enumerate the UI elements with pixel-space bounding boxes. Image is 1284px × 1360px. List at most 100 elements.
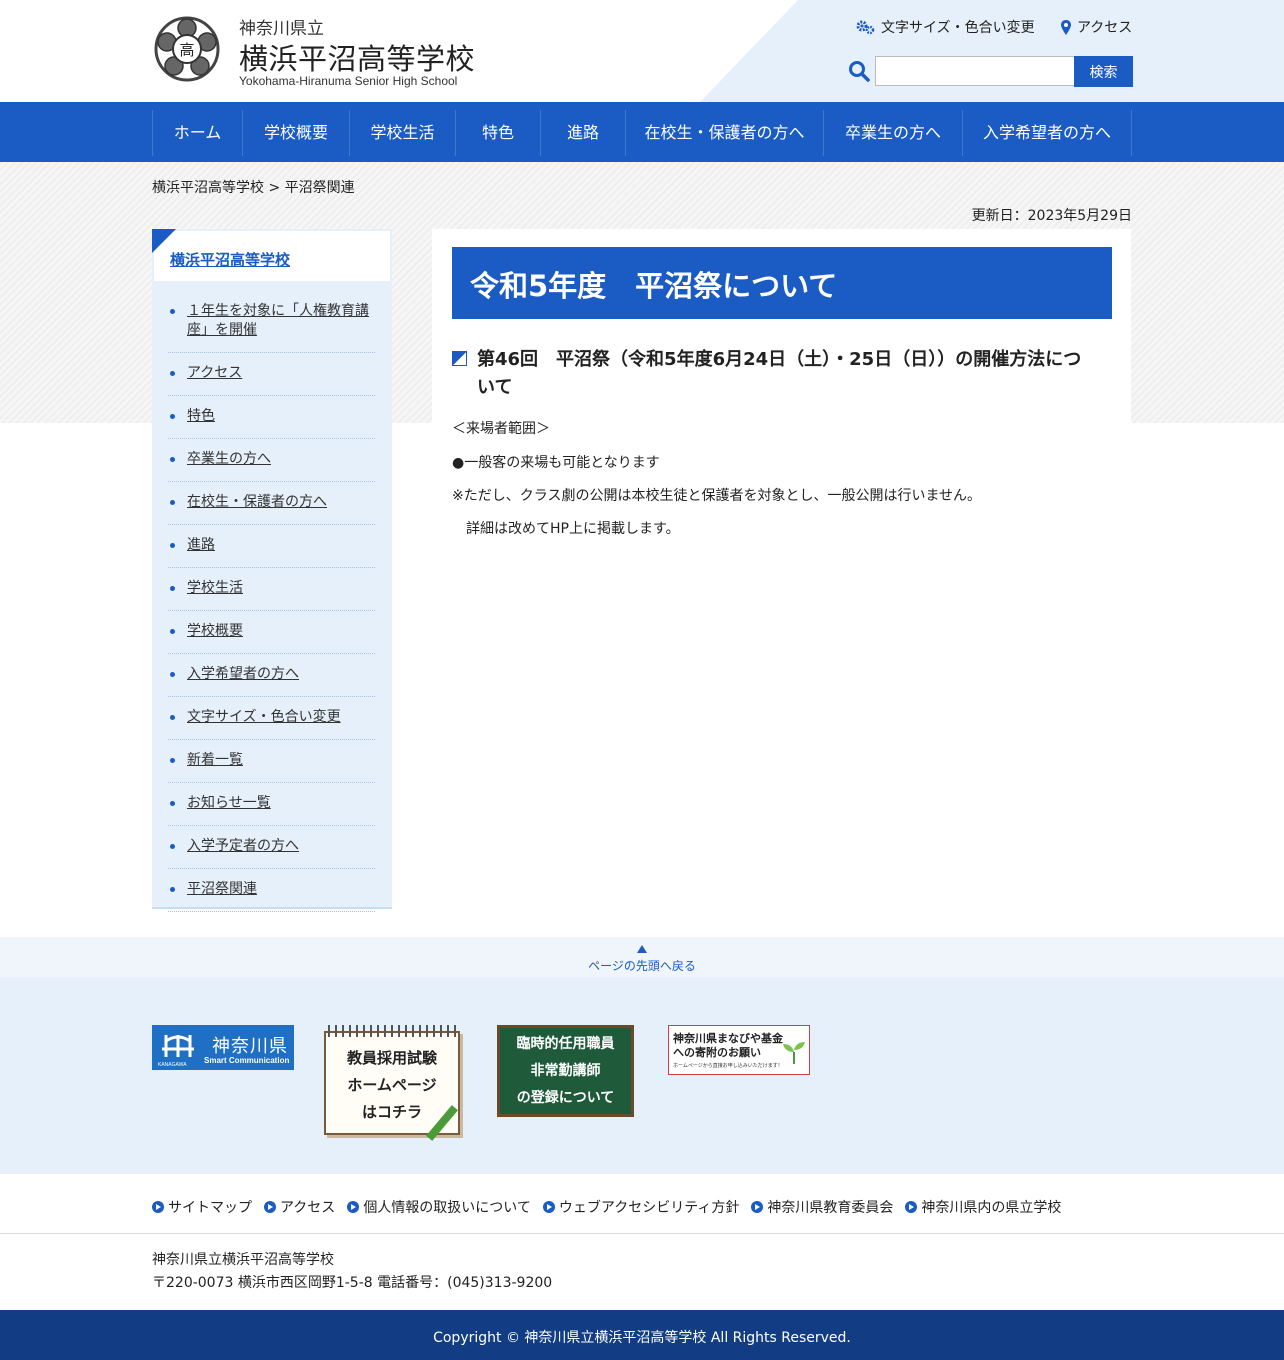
nav-item-applicants[interactable]: 入学希望者の方へ bbox=[963, 110, 1132, 156]
footer-link-label: サイトマップ bbox=[168, 1200, 252, 1216]
header-decoration bbox=[700, 0, 1284, 102]
kanagawa-banner-small: KANAGAWA bbox=[158, 1062, 187, 1068]
search-icon bbox=[849, 61, 870, 82]
temporary-staff-line3: の登録について bbox=[516, 1090, 615, 1106]
teacher-exam-banner[interactable]: 教員採用試験 ホームページ はコチラ bbox=[324, 1025, 464, 1141]
banner-area: 神奈川県 Smart Communication KANAGAWA 教員採用試験… bbox=[0, 977, 1284, 1174]
footer-link-access[interactable]: アクセス bbox=[264, 1197, 335, 1217]
sidebar-item: １年生を対象に「人権教育講座」を開催 bbox=[168, 291, 375, 353]
sidebar-item: 学校概要 bbox=[168, 611, 375, 654]
footer-link-accessibility[interactable]: ウェブアクセシビリティ方針 bbox=[542, 1197, 740, 1217]
sidebar-item: お知らせ一覧 bbox=[168, 783, 375, 826]
sidebar: 横浜平沼高等学校 １年生を対象に「人権教育講座」を開催 アクセス 特色 卒業生の… bbox=[152, 229, 392, 912]
nav-item-overview[interactable]: 学校概要 bbox=[243, 110, 350, 156]
kanagawa-banner-title: 神奈川県 bbox=[212, 1036, 288, 1057]
kanagawa-banner-sub: Smart Communication bbox=[204, 1056, 290, 1065]
sidebar-item: 入学予定者の方へ bbox=[168, 826, 375, 869]
body-line-details: 詳細は改めてHP上に掲載します。 bbox=[452, 521, 680, 537]
logo-school-name[interactable]: 横浜平沼高等学校 bbox=[239, 36, 475, 78]
sidebar-title-box: 横浜平沼高等学校 bbox=[154, 231, 390, 281]
manabiya-fund-banner[interactable]: 神奈川県まなびや基金への寄附のお願い ホームページから直接お申し込みいただけます… bbox=[668, 1025, 810, 1075]
nav-item-school-life[interactable]: 学校生活 bbox=[350, 110, 456, 156]
sidebar-item-link[interactable]: 平沼祭関連 bbox=[187, 881, 257, 897]
sidebar-item: 文字サイズ・色合い変更 bbox=[168, 697, 375, 740]
search-button[interactable]: 検索 bbox=[1074, 56, 1133, 87]
sidebar-item-link[interactable]: １年生を対象に「人権教育講座」を開催 bbox=[187, 303, 369, 338]
temporary-staff-line2: 非常勤講師 bbox=[530, 1063, 601, 1079]
search-input[interactable] bbox=[875, 56, 1075, 86]
heading-marker-icon bbox=[452, 351, 467, 366]
kanagawa-pref-banner[interactable]: 神奈川県 Smart Communication KANAGAWA bbox=[152, 1025, 294, 1070]
school-address: 神奈川県立横浜平沼高等学校 〒220-0073 横浜市西区岡野1-5-8 電話番… bbox=[152, 1249, 552, 1295]
temporary-staff-line1: 臨時的任用職員 bbox=[516, 1036, 615, 1052]
font-size-color-label: 文字サイズ・色合い変更 bbox=[881, 20, 1035, 36]
site-header: 高 神奈川県立 横浜平沼高等学校 Yokohama-Hiranuma Senio… bbox=[0, 0, 1284, 102]
arrow-circle-icon bbox=[264, 1201, 276, 1213]
teacher-exam-line1: 教員採用試験 bbox=[346, 1049, 437, 1067]
sidebar-item-link[interactable]: 学校生活 bbox=[187, 580, 243, 596]
updated-date: 更新日：2023年5月29日 bbox=[971, 208, 1132, 224]
sidebar-item-link[interactable]: 特色 bbox=[187, 408, 215, 424]
school-emblem-icon[interactable]: 高 bbox=[152, 16, 222, 82]
body-line-note: ※ただし、クラス劇の公開は本校生徒と保護者を対象とし、一般公開は行いません。 bbox=[452, 488, 982, 504]
nav-item-students-parents[interactable]: 在校生・保護者の方へ bbox=[626, 110, 824, 156]
manabiya-banner-sub: ホームページから直接お申し込みいただけます！ bbox=[673, 1063, 783, 1069]
arrow-circle-icon bbox=[542, 1201, 555, 1213]
footer-link-label: アクセス bbox=[280, 1200, 336, 1216]
sidebar-item: 進路 bbox=[168, 525, 375, 568]
sidebar-item-link[interactable]: アクセス bbox=[187, 365, 242, 381]
footer-link-label: ウェブアクセシビリティ方針 bbox=[558, 1200, 740, 1216]
sidebar-item-link[interactable]: 入学希望者の方へ bbox=[187, 666, 299, 682]
address-detail: 〒220-0073 横浜市西区岡野1-5-8 電話番号：(045)313-920… bbox=[152, 1275, 553, 1291]
nav-item-features[interactable]: 特色 bbox=[456, 110, 541, 156]
gears-icon bbox=[856, 20, 875, 35]
access-link[interactable]: アクセス bbox=[1061, 17, 1132, 37]
font-size-color-link[interactable]: 文字サイズ・色合い変更 bbox=[855, 17, 1035, 37]
footer-link-label: 神奈川県内の県立学校 bbox=[921, 1200, 1062, 1216]
arrow-circle-icon bbox=[751, 1201, 764, 1213]
sidebar-item: アクセス bbox=[168, 353, 375, 396]
nav-item-alumni[interactable]: 卒業生の方へ bbox=[824, 110, 963, 156]
sidebar-item: 平沼祭関連 bbox=[168, 869, 375, 912]
sidebar-item: 在校生・保護者の方へ bbox=[168, 482, 375, 525]
manabiya-banner-title: 神奈川県まなびや基金への寄附のお願い bbox=[673, 1032, 783, 1059]
sidebar-item: 新着一覧 bbox=[168, 740, 375, 783]
page-top-link[interactable]: ページの先頭へ戻る bbox=[0, 937, 1284, 977]
address-school-name: 神奈川県立横浜平沼高等学校 bbox=[152, 1252, 334, 1268]
footer-link-prefectural-schools[interactable]: 神奈川県内の県立学校 bbox=[905, 1197, 1061, 1217]
sidebar-item-link[interactable]: 新着一覧 bbox=[187, 752, 243, 768]
teacher-exam-line2: ホームページ bbox=[347, 1076, 437, 1094]
copyright: Copyright © 神奈川県立横浜平沼高等学校 All Rights Res… bbox=[0, 1310, 1284, 1360]
footer-links: サイトマップ アクセス 個人情報の取扱いについて ウェブアクセシビリティ方針 神… bbox=[0, 1174, 1284, 1234]
sidebar-item-link[interactable]: 文字サイズ・色合い変更 bbox=[187, 709, 341, 725]
logo-school-name-en: Yokohama-Hiranuma Senior High School bbox=[239, 74, 458, 88]
section-heading: 第46回 平沼祭（令和5年度6月24日（土）・25日（日））の開催方法について bbox=[477, 349, 1082, 398]
notepad-rings-decoration bbox=[328, 1025, 458, 1037]
nav-item-career[interactable]: 進路 bbox=[541, 110, 626, 156]
footer-link-label: 個人情報の取扱いについて bbox=[363, 1200, 531, 1216]
global-nav: ホーム 学校概要 学校生活 特色 進路 在校生・保護者の方へ 卒業生の方へ 入学… bbox=[0, 102, 1284, 162]
kanagawa-logo-icon bbox=[162, 1035, 194, 1057]
breadcrumb[interactable]: 横浜平沼高等学校 > 平沼祭関連 bbox=[152, 177, 355, 197]
body-line-public: ●一般客の来場も可能となります bbox=[452, 455, 660, 471]
sidebar-title-link[interactable]: 横浜平沼高等学校 bbox=[170, 249, 290, 270]
sidebar-item-link[interactable]: 進路 bbox=[187, 537, 215, 553]
footer-link-privacy[interactable]: 個人情報の取扱いについて bbox=[347, 1197, 531, 1217]
sprout-icon bbox=[783, 1042, 805, 1064]
sidebar-item-link[interactable]: 学校概要 bbox=[187, 623, 243, 639]
footer-link-board-of-education[interactable]: 神奈川県教育委員会 bbox=[751, 1197, 893, 1217]
arrow-circle-icon bbox=[152, 1201, 164, 1213]
sidebar-item: 入学希望者の方へ bbox=[168, 654, 375, 697]
page-top-label: ページの先頭へ戻る bbox=[588, 959, 696, 973]
footer-link-sitemap[interactable]: サイトマップ bbox=[152, 1197, 252, 1217]
nav-item-home[interactable]: ホーム bbox=[153, 110, 243, 156]
sidebar-item: 卒業生の方へ bbox=[168, 439, 375, 482]
sidebar-item-link[interactable]: 卒業生の方へ bbox=[187, 451, 271, 467]
map-pin-icon bbox=[1061, 19, 1071, 35]
sidebar-item-link[interactable]: お知らせ一覧 bbox=[187, 795, 271, 811]
temporary-staff-banner[interactable]: 臨時的任用職員 非常勤講師 の登録について bbox=[497, 1025, 637, 1121]
sidebar-item-link[interactable]: 在校生・保護者の方へ bbox=[187, 494, 327, 510]
svg-text:高: 高 bbox=[179, 41, 194, 59]
sidebar-item-link[interactable]: 入学予定者の方へ bbox=[187, 838, 299, 854]
arrow-up-icon bbox=[637, 945, 647, 953]
